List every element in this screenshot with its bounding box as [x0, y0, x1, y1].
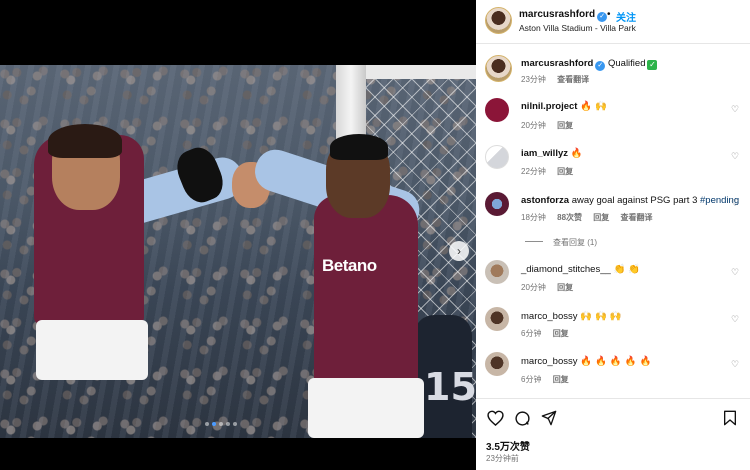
replies-divider [525, 241, 543, 242]
comment-username[interactable]: marco_bossy [521, 356, 578, 367]
verified-badge-icon: ✓ [597, 12, 608, 22]
comment-time: 20分钟 [521, 121, 546, 130]
comment-like-count[interactable]: 88次赞 [557, 213, 582, 222]
comment-text: _diamond_stitches__ 👏 👏 [521, 264, 640, 275]
carousel-dot[interactable] [219, 422, 223, 426]
comment-time: 20分钟 [521, 283, 546, 292]
comment-like-heart-icon[interactable]: ♡ [731, 314, 739, 325]
carousel-dot-active[interactable] [212, 422, 216, 426]
comment-avatar[interactable] [485, 98, 509, 122]
comment-like-heart-icon[interactable]: ♡ [731, 267, 739, 278]
post-side-panel: marcusrashford ✓ • 关注 Aston Villa Stadium… [476, 0, 750, 470]
header-separator: • [607, 9, 611, 20]
carousel-dot[interactable] [233, 422, 237, 426]
like-button[interactable] [485, 408, 505, 428]
reply-button[interactable]: 回复 [557, 283, 573, 292]
comment-body: 🔥 [570, 148, 583, 159]
caption-meta: 23分钟 查看翻译 [521, 74, 598, 85]
comment-text: marco_bossy 🙌 🙌 🙌 [521, 311, 622, 322]
comment-avatar[interactable] [485, 145, 509, 169]
comment-avatar[interactable] [485, 352, 509, 376]
carousel-dot[interactable] [205, 422, 209, 426]
instagram-post-viewer: 15 Betano › marcusrashford ✓ • 关注 Aston … [0, 0, 750, 470]
comment-button[interactable] [512, 408, 532, 428]
reply-button[interactable]: 回复 [553, 329, 569, 338]
comment-username[interactable]: iam_willyz [521, 148, 568, 159]
bookmark-icon [724, 410, 736, 426]
comment-time: 6分钟 [521, 375, 542, 384]
caption: marcusrashford ✓ Qualified ✓ [521, 58, 658, 71]
author-username[interactable]: marcusrashford [519, 9, 595, 20]
caption-translate-link[interactable]: 查看翻译 [557, 75, 589, 84]
follow-button[interactable]: 关注 [616, 9, 636, 24]
verified-badge-icon: ✓ [595, 61, 606, 71]
comment-body: 🔥 🙌 [580, 101, 607, 112]
view-replies-button[interactable]: 查看回复 (1) [525, 237, 597, 248]
comment-meta: 18分钟 88次赞 回复 查看翻译 [521, 212, 662, 223]
comment-avatar[interactable] [485, 307, 509, 331]
caption-avatar[interactable] [485, 55, 512, 82]
post-location[interactable]: Aston Villa Stadium - Villa Park [519, 23, 636, 33]
share-icon [541, 410, 557, 426]
reply-button[interactable]: 回复 [553, 375, 569, 384]
post-actions: 3.5万次赞 23分钟前 [476, 398, 750, 470]
comment-username[interactable]: astonforza [521, 195, 569, 206]
comment-meta: 6分钟 回复 [521, 328, 578, 339]
carousel-dots [205, 422, 237, 426]
save-button[interactable] [720, 408, 740, 428]
comment-like-heart-icon[interactable]: ♡ [731, 359, 739, 370]
comment-meta: 22分钟 回复 [521, 166, 582, 177]
next-image-button[interactable]: › [449, 241, 469, 261]
left-player-shorts [36, 320, 148, 380]
comment-like-heart-icon[interactable]: ♡ [731, 104, 739, 115]
comment-username[interactable]: marco_bossy [521, 311, 578, 322]
comment-text: marco_bossy 🔥 🔥 🔥 🔥 🔥 [521, 356, 651, 367]
view-replies-label: 查看回复 (1) [553, 238, 597, 247]
caption-text: Qualified [607, 58, 646, 69]
left-player-hair [48, 124, 122, 158]
heart-icon [486, 410, 504, 426]
check-mark-icon: ✓ [647, 60, 658, 70]
media-panel: 15 Betano › [0, 0, 476, 470]
reply-button[interactable]: 回复 [593, 213, 609, 222]
carousel-dot[interactable] [226, 422, 230, 426]
share-button[interactable] [539, 408, 559, 428]
translate-link[interactable]: 查看翻译 [621, 213, 653, 222]
comment-avatar[interactable] [485, 192, 509, 216]
comment-text: astonforza away goal against PSG part 3 … [521, 195, 739, 206]
reply-button[interactable]: 回复 [557, 121, 573, 130]
comment-time: 6分钟 [521, 329, 542, 338]
right-player-hair [330, 134, 388, 160]
comment-text: iam_willyz 🔥 [521, 148, 582, 159]
header-username-wrap: marcusrashford ✓ [519, 9, 608, 22]
comment-time: 18分钟 [521, 213, 546, 222]
comment-meta: 20分钟 回复 [521, 120, 582, 131]
comment-username[interactable]: _diamond_stitches__ [521, 264, 611, 275]
right-player-shirt [314, 195, 418, 385]
comment-meta: 6分钟 回复 [521, 374, 578, 385]
chevron-right-icon: › [457, 244, 461, 258]
comment-icon [514, 410, 530, 426]
caption-time: 23分钟 [521, 75, 546, 84]
right-player-shorts [308, 378, 424, 438]
comment-username[interactable]: nilnil.project [521, 101, 577, 112]
comment-meta: 20分钟 回复 [521, 282, 582, 293]
comment-body: away goal against PSG part 3 [571, 195, 698, 206]
comment-body: 👏 👏 [613, 264, 641, 275]
post-header: marcusrashford ✓ • 关注 Aston Villa Stadium… [476, 0, 750, 44]
comment-avatar[interactable] [485, 260, 509, 284]
comment-body: 🔥 🔥 🔥 🔥 🔥 [580, 356, 652, 367]
author-avatar[interactable] [485, 7, 512, 34]
caption-username[interactable]: marcusrashford [521, 58, 593, 69]
comment-text: nilnil.project 🔥 🙌 [521, 101, 607, 112]
comment-body: 🙌 🙌 🙌 [580, 311, 622, 322]
comment-like-heart-icon[interactable]: ♡ [731, 198, 739, 209]
reply-button[interactable]: 回复 [557, 167, 573, 176]
comment-time: 22分钟 [521, 167, 546, 176]
shirt-sponsor: Betano [322, 256, 377, 275]
post-time: 23分钟前 [486, 454, 519, 463]
comment-like-heart-icon[interactable]: ♡ [731, 151, 739, 162]
background-player-number: 15 [424, 365, 476, 409]
like-count[interactable]: 3.5万次赞 [486, 438, 530, 453]
